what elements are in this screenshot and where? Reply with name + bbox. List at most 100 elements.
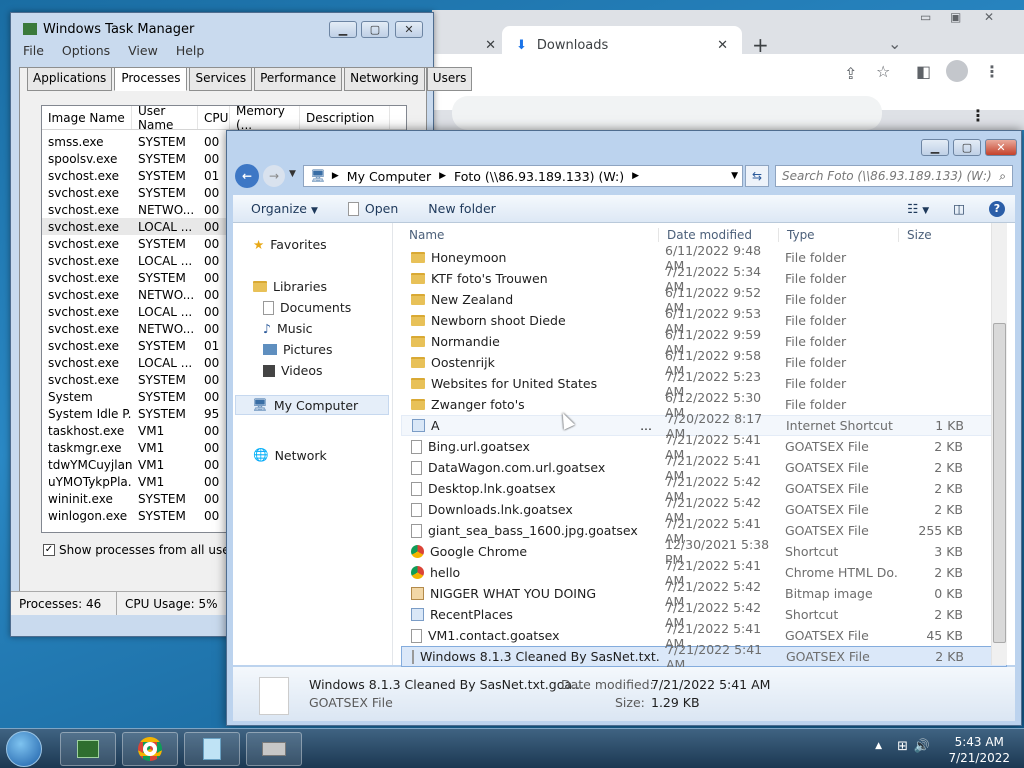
checkbox-checked-icon[interactable]: ✓ (43, 544, 55, 556)
tab-search-icon[interactable]: ⌄ (888, 34, 901, 53)
nav-favorites[interactable]: ★ Favorites (253, 237, 327, 252)
file-name-text: DataWagon.com.url.goatsex (428, 460, 606, 475)
organize-button[interactable]: Organize ▼ (251, 201, 318, 216)
side-panel-icon[interactable]: ◧ (916, 62, 931, 81)
clock[interactable]: 5:43 AM 7/21/2022 (948, 734, 1010, 766)
menu-view[interactable]: View (128, 43, 158, 58)
tab-performance[interactable]: Performance (254, 67, 343, 91)
nav-pictures[interactable]: Pictures (263, 342, 333, 357)
refresh-icon[interactable]: ⇆ (745, 165, 769, 187)
tab-networking[interactable]: Networking (344, 67, 425, 91)
file-name-text: New Zealand (431, 292, 514, 307)
breadcrumb-arrow-icon[interactable]: ▶ (632, 171, 639, 181)
file-name: Normandie (401, 334, 659, 349)
nav-libraries[interactable]: Libraries (253, 279, 327, 294)
help-icon[interactable]: ? (989, 200, 1005, 217)
col-size[interactable]: Size (899, 228, 967, 242)
history-dropdown-icon[interactable]: ▼ (289, 169, 296, 179)
menu-help[interactable]: Help (176, 43, 205, 58)
process-image-name: svchost.exe (48, 287, 119, 302)
tray-show-hidden-icon[interactable]: ▲ (875, 741, 882, 751)
folder-icon (411, 273, 425, 284)
view-options-icon[interactable]: ☷ ▼ (907, 201, 929, 216)
nav-documents[interactable]: Documents (263, 300, 351, 315)
open-button[interactable]: Open (347, 201, 398, 216)
start-button[interactable] (6, 731, 42, 767)
close-button[interactable]: ✕ (985, 139, 1017, 156)
show-all-checkbox[interactable]: ✓ Show processes from all users (43, 543, 241, 557)
share-icon[interactable]: ⇪ (844, 64, 857, 83)
address-bar[interactable]: 🖥 ▶ My Computer ▶ Foto (\\86.93.189.133)… (303, 165, 743, 187)
nav-my-computer[interactable]: 🖥 My Computer (235, 395, 389, 415)
search-input[interactable]: Search Foto (\\86.93.189.133) (W:) ⌕ (775, 165, 1013, 187)
details-pane: Windows 8.1.3 Cleaned By SasNet.txt.goa.… (233, 667, 1015, 721)
tab-processes[interactable]: Processes (114, 67, 188, 91)
nav-music[interactable]: ♪ Music (263, 321, 313, 336)
file-rows: Honeymoon 6/11/2022 9:48 AM File folder KTF… (401, 243, 1007, 672)
chrome-window: ✕ ⬇ Downloads ✕ + ⌄ ▭ ▣ ✕ ⇪ ☆ ◧ ⋮ ⋮ (432, 10, 1024, 130)
taskbar-notepad[interactable] (184, 732, 240, 766)
nav-network[interactable]: 🌐 Network (253, 447, 327, 463)
process-image-name: tdwYMCuyjlan... (48, 457, 132, 472)
forward-arrow-icon[interactable]: → (263, 165, 285, 187)
minimize-button[interactable]: ▁ (921, 139, 949, 156)
command-bar: Organize ▼ Open New folder ☷ ▼ ◫ ? (233, 195, 1015, 223)
breadcrumb-my-computer[interactable]: My Computer (347, 169, 431, 184)
menu-dots-icon[interactable]: ⋮ (984, 62, 1000, 81)
file-name-text: KTF foto's Trouwen (431, 271, 548, 286)
file-row[interactable]: Windows 8.1.3 Cleaned By SasNet.txt.goa.… (401, 642, 1007, 672)
process-user-name: VM1 (138, 474, 165, 489)
tray-volume-icon[interactable]: 🔊 (914, 739, 930, 754)
col-memory[interactable]: Memory (... (230, 106, 300, 132)
process-image-name: svchost.exe (48, 185, 119, 200)
col-date-modified[interactable]: Date modified (659, 228, 779, 242)
breadcrumb-arrow-icon[interactable]: ▶ (439, 171, 446, 181)
search-box[interactable] (452, 96, 882, 130)
maximize-button[interactable]: ▢ (361, 21, 389, 38)
preview-pane-icon[interactable]: ◫ (953, 201, 965, 216)
more-options-icon[interactable]: ⋮ (970, 106, 986, 125)
tray-network-icon[interactable]: ⊞ (897, 739, 908, 754)
tab-close-icon[interactable]: ✕ (485, 38, 496, 53)
nav-videos[interactable]: Videos (263, 363, 323, 378)
scrollbar-thumb[interactable] (993, 323, 1006, 643)
back-arrow-icon[interactable]: ← (235, 164, 259, 188)
tab-applications[interactable]: Applications (27, 67, 113, 91)
file-name-text: RecentPlaces (430, 607, 513, 622)
tab-close-icon[interactable]: ✕ (717, 38, 728, 53)
col-cpu[interactable]: CPU (198, 106, 230, 129)
col-image-name[interactable]: Image Name (42, 106, 132, 129)
breadcrumb-foto-drive[interactable]: Foto (\\86.93.189.133) (W:) (454, 169, 624, 184)
close-icon[interactable]: ✕ (984, 10, 994, 24)
col-type[interactable]: Type (779, 228, 899, 242)
col-name[interactable]: Name (401, 228, 659, 242)
menu-options[interactable]: Options (62, 43, 110, 58)
menu-file[interactable]: File (23, 43, 44, 58)
process-user-name: LOCAL ... (138, 253, 193, 268)
new-folder-button[interactable]: New folder (428, 201, 496, 216)
file-name: Websites for United States (401, 376, 659, 391)
close-button[interactable]: ✕ (395, 21, 423, 38)
tab-services[interactable]: Services (189, 67, 253, 91)
maximize-icon[interactable]: ▣ (950, 10, 961, 24)
taskbar-explorer[interactable] (246, 732, 302, 766)
process-user-name: SYSTEM (138, 491, 186, 506)
file-type: Shortcut (785, 607, 839, 622)
taskbar-task-manager[interactable] (60, 732, 116, 766)
profile-avatar-icon[interactable] (946, 60, 968, 82)
address-dropdown-icon[interactable]: ▼ (731, 171, 738, 181)
tab-users[interactable]: Users (426, 67, 473, 91)
col-description[interactable]: Description (300, 106, 390, 129)
organize-label: Organize (251, 201, 307, 216)
maximize-button[interactable]: ▢ (953, 139, 981, 156)
col-user-name[interactable]: User Name (132, 106, 198, 132)
bookmark-star-icon[interactable]: ☆ (876, 62, 890, 81)
file-name: KTF foto's Trouwen (401, 271, 659, 286)
process-user-name: LOCAL ... (138, 219, 193, 234)
minimize-button[interactable]: ▁ (329, 21, 357, 38)
breadcrumb-arrow-icon[interactable]: ▶ (332, 171, 339, 181)
vertical-scrollbar[interactable] (991, 223, 1007, 665)
minimize-icon[interactable]: ▭ (920, 10, 931, 24)
taskmgr-icon (23, 23, 37, 35)
taskbar-chrome[interactable] (122, 732, 178, 766)
